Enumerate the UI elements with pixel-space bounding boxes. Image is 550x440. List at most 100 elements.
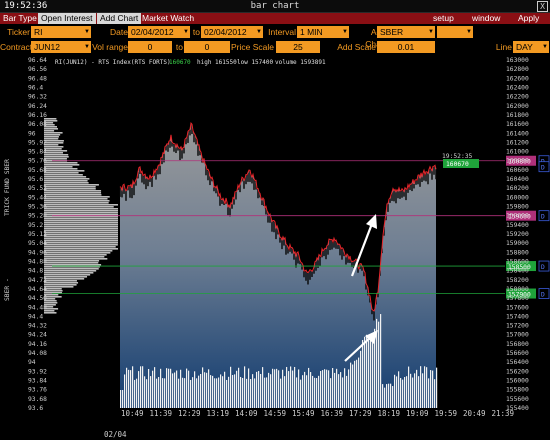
right-axis-tick: 161200	[506, 139, 529, 146]
level-marker-letter: D	[541, 165, 545, 172]
left-axis-tick: 94.4	[28, 313, 43, 320]
close-icon[interactable]: X	[537, 1, 548, 12]
window-button[interactable]: window	[469, 13, 503, 24]
add-scale-field[interactable]: 0.01	[377, 41, 435, 53]
volume-bar	[368, 340, 370, 408]
volume-profile-bar	[44, 174, 83, 176]
volume-profile-bar	[44, 268, 99, 270]
open-interest-button[interactable]: Open Interest	[38, 13, 96, 24]
volume-profile-bar	[44, 286, 74, 288]
volume-bar	[176, 370, 178, 408]
interval-field[interactable]: 1 MIN ▼	[297, 26, 349, 38]
volume-bar	[154, 367, 156, 408]
volume-profile-bar	[44, 240, 118, 242]
add-chart-button[interactable]: Add Chart	[97, 13, 142, 24]
volume-bar	[218, 377, 220, 408]
left-axis-tick: 95.28	[28, 213, 47, 220]
price-chart[interactable]: 160800D159600D158500D157900DD 96.6496.56…	[0, 56, 550, 440]
left-axis-tick: 95.44	[28, 194, 47, 201]
time-axis-tick: 14:09	[235, 409, 258, 418]
volume-bar	[172, 373, 174, 408]
volume-bar	[228, 376, 230, 408]
volume-bar	[252, 374, 254, 408]
contract-field[interactable]: JUN12 ▼	[31, 41, 91, 53]
right-axis-tick: 157400	[506, 313, 529, 320]
add-chart-extra-field[interactable]: ▼	[437, 26, 473, 38]
date-to-field[interactable]: 02/04/2012 ▼	[201, 26, 263, 38]
volume-profile-bar	[44, 258, 108, 260]
volume-bar	[384, 387, 386, 408]
chevron-down-icon: ▼	[342, 29, 348, 35]
market-watch-button[interactable]: Market Watch	[139, 13, 197, 24]
vol-to-field[interactable]: 0	[184, 41, 230, 53]
volume-bar	[270, 374, 272, 408]
left-side-label-bottom: SBER -	[4, 278, 11, 301]
title-bar: 19:52:36 bar chart X	[0, 0, 550, 13]
right-axis-tick: 158400	[506, 268, 529, 275]
volume-bar	[278, 370, 280, 408]
volume-bar	[380, 314, 382, 408]
volume-profile-bar	[44, 238, 118, 240]
last-price-text: 160670	[446, 161, 469, 168]
volume-profile-bar	[44, 230, 118, 232]
right-axis-tick: 162000	[506, 103, 529, 110]
volume-bar	[424, 366, 426, 408]
volume-bar	[158, 377, 160, 408]
volume-bar	[220, 374, 222, 408]
bar-type-button[interactable]: Bar Type	[0, 13, 40, 24]
right-axis-tick: 155800	[506, 387, 529, 394]
volume-bar	[372, 335, 374, 408]
volume-bar	[364, 336, 366, 408]
volume-bar	[196, 378, 198, 408]
volume-bar	[244, 366, 246, 408]
volume-bar	[400, 378, 402, 408]
ticker-field[interactable]: RI ▼	[31, 26, 91, 38]
right-axis-tick: 160200	[506, 185, 529, 192]
volume-bar	[314, 377, 316, 408]
volume-bar	[198, 375, 200, 408]
volume-bar	[398, 371, 400, 408]
line-label: Line	[495, 42, 512, 52]
left-axis-tick: 96.24	[28, 103, 47, 110]
volume-bar	[120, 390, 122, 408]
price-scale-field[interactable]: 25	[276, 41, 320, 53]
volume-bar	[224, 371, 226, 408]
vol-to-label: to	[175, 42, 183, 52]
volume-bar	[306, 375, 308, 408]
right-axis-tick: 161600	[506, 121, 529, 128]
apply-button[interactable]: Apply	[515, 13, 542, 24]
volume-bar	[348, 369, 350, 408]
volume-bar	[334, 372, 336, 408]
left-axis-tick: 94.16	[28, 341, 47, 348]
left-axis-tick: 96	[28, 130, 36, 137]
date-label: 02/04	[104, 430, 127, 439]
volume-profile-bar	[44, 190, 102, 192]
volume-bar	[430, 370, 432, 408]
volume-bar	[282, 369, 284, 408]
volume-bar	[382, 384, 384, 408]
date-from-field[interactable]: 02/04/2012 ▼	[128, 26, 190, 38]
volume-profile-bar	[44, 284, 77, 286]
volume-bar	[378, 321, 380, 408]
chart-area[interactable]: 160800D159600D158500D157900DD 96.6496.56…	[0, 56, 550, 440]
left-axis-tick: 96.48	[28, 75, 47, 82]
volume-profile-bar	[44, 166, 73, 168]
volume-profile-bar	[44, 206, 114, 208]
vol-from-field[interactable]: 0	[128, 41, 172, 53]
line-field[interactable]: DAY ▼	[513, 41, 549, 53]
right-axis-tick: 159600	[506, 213, 529, 220]
add-chart-field[interactable]: SBER ▼	[377, 26, 435, 38]
volume-bar	[210, 375, 212, 408]
volume-bar	[122, 390, 124, 408]
volume-bar	[126, 367, 128, 408]
volume-bar	[258, 371, 260, 408]
volume-bar	[408, 366, 410, 408]
volume-profile-bar	[44, 212, 118, 214]
right-axis-tick: 158800	[506, 249, 529, 256]
setup-button[interactable]: setup	[430, 13, 457, 24]
right-axis-tick: 160400	[506, 176, 529, 183]
left-axis-tick: 94.56	[28, 295, 47, 302]
left-axis-tick: 95.68	[28, 167, 47, 174]
left-axis-tick: 96.56	[28, 66, 47, 73]
volume-bar	[174, 372, 176, 408]
